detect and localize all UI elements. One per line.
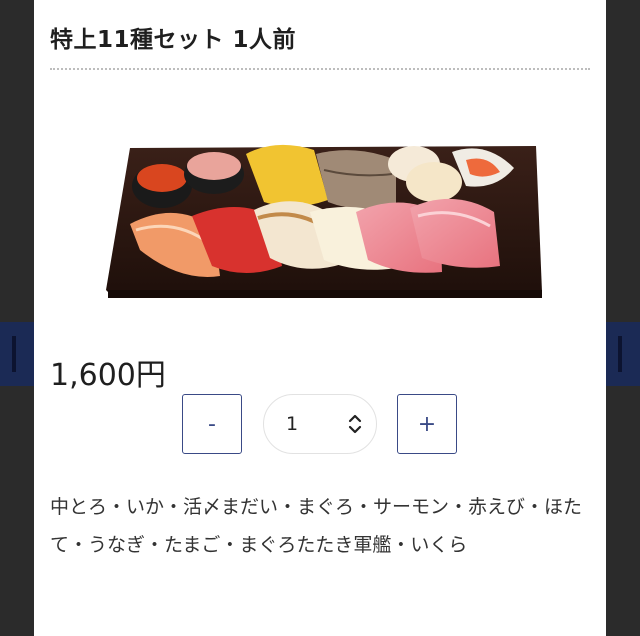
quantity-select[interactable]: 1 [263,394,377,454]
product-modal: 特上11種セット 1人前 1,600円 - 1 + 中とろ・いか・活〆まだい・ま… [34,0,606,636]
backdrop-bracket [12,336,16,372]
backdrop-band-right [606,322,640,386]
product-title: 特上11種セット 1人前 [50,27,297,53]
chevron-up-down-icon [348,414,362,434]
backdrop-bracket [618,336,622,372]
dotted-divider [50,68,590,70]
quantity-increase-button[interactable]: + [397,394,457,454]
sushi-set-image [106,144,542,298]
product-description: 中とろ・いか・活〆まだい・まぐろ・サーモン・赤えび・ほたて・うなぎ・たまご・まぐ… [50,496,583,556]
backdrop-band-left [0,322,34,386]
product-price: 1,600円 [50,358,166,393]
quantity-value: 1 [286,413,299,435]
quantity-decrease-button[interactable]: - [182,394,242,454]
